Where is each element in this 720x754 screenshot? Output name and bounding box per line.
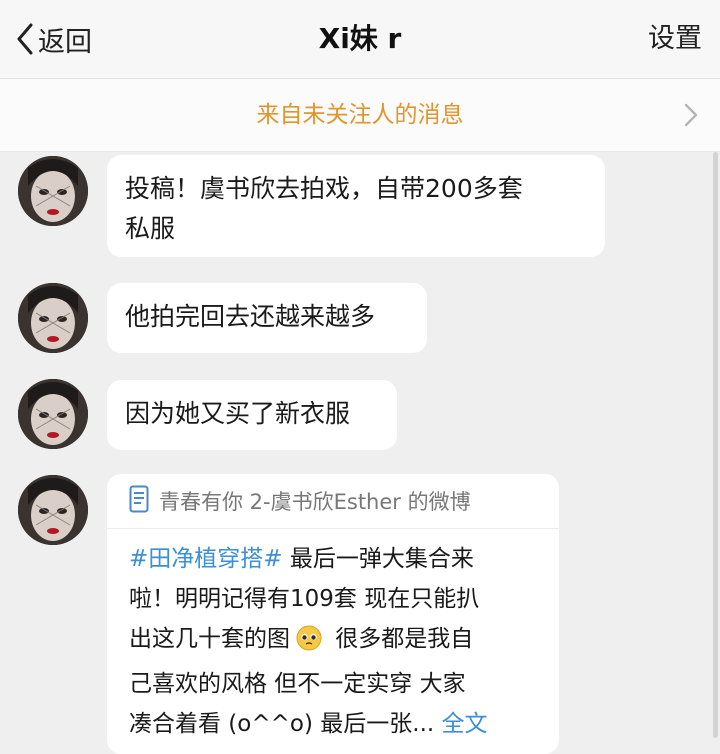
avatar[interactable] <box>18 475 88 545</box>
page-title: Xi妹 r <box>318 22 402 55</box>
shared-post-header: 青春有你 2-虞书欣Esther 的微博 <box>107 474 559 529</box>
hashtag-link[interactable]: #田净植穿搭# <box>129 546 283 572</box>
post-text: 啦！明明记得有109套 现在只能扒 <box>129 586 480 612</box>
message-text: 投稿！虞书欣去拍戏，自带200多套 <box>125 174 523 203</box>
post-text: 凑合着看 (o^^o) 最后一张... <box>129 711 435 737</box>
avatar[interactable] <box>18 156 88 226</box>
shared-post-source: 青春有你 2-虞书欣Esther 的微博 <box>159 490 471 514</box>
navigation-bar: 返回 Xi妹 r 设置 <box>0 0 720 79</box>
message-bubble[interactable]: 他拍完回去还越来越多 <box>107 283 427 353</box>
avatar[interactable] <box>18 379 88 449</box>
message-bubble[interactable]: 因为她又买了新衣服 <box>107 380 397 450</box>
post-text: 出这几十套的图 <box>129 626 290 652</box>
stranger-message-banner[interactable]: 来自未关注人的消息 <box>0 79 720 152</box>
scrollbar[interactable] <box>713 152 718 738</box>
pleading-face-emoji <box>296 624 322 664</box>
post-text: 最后一弹大集合来 <box>282 546 474 572</box>
read-more-link[interactable]: 全文 <box>434 711 488 737</box>
avatar[interactable] <box>18 283 88 353</box>
settings-button[interactable]: 设置 <box>648 18 702 60</box>
chevron-right-icon <box>684 103 698 131</box>
stranger-message-text: 来自未关注人的消息 <box>256 102 464 128</box>
message-text: 他拍完回去还越来越多 <box>125 302 376 331</box>
post-text: 很多都是我自 <box>328 626 474 652</box>
message-bubble[interactable]: 投稿！虞书欣去拍戏，自带200多套 私服 <box>107 155 605 257</box>
post-text: 己喜欢的风格 但不一定实穿 大家 <box>129 671 466 697</box>
phone-doc-icon <box>129 485 149 517</box>
message-text: 私服 <box>125 214 176 243</box>
shared-post-body: #田净植穿搭# 最后一弹大集合来 啦！明明记得有109套 现在只能扒 出这几十套… <box>107 529 559 744</box>
shared-post-card[interactable]: 青春有你 2-虞书欣Esther 的微博 #田净植穿搭# 最后一弹大集合来 啦！… <box>107 474 559 754</box>
message-text: 因为她又买了新衣服 <box>125 399 351 428</box>
